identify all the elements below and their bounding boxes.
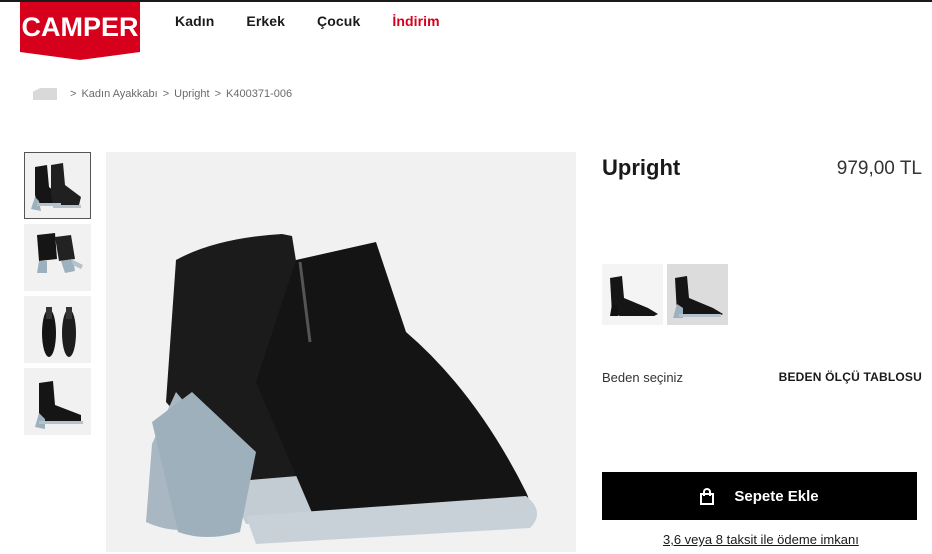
breadcrumb-separator: > (162, 88, 170, 100)
breadcrumb: > Kadın Ayakkabı > Upright > K400371-006 (33, 88, 292, 100)
color-swatch-2[interactable] (667, 264, 728, 325)
boot-pair-top-image (42, 307, 76, 357)
home-icon[interactable] (33, 88, 57, 100)
size-guide-link[interactable]: BEDEN ÖLÇÜ TABLOSU (779, 370, 922, 384)
nav-item-erkek[interactable]: Erkek (246, 13, 285, 29)
thumbnail-2[interactable] (24, 224, 91, 291)
shopping-bag-icon (700, 487, 715, 505)
breadcrumb-separator: > (214, 88, 222, 100)
boot-pair-back-image (37, 233, 83, 273)
camper-logo[interactable]: CAMPER (20, 2, 140, 60)
main-product-image[interactable] (106, 152, 576, 552)
color-swatch-1[interactable] (602, 264, 663, 325)
breadcrumb-separator: > (70, 88, 77, 100)
boot-side-image (35, 381, 83, 429)
breadcrumb-item-kadin-ayakkabi[interactable]: Kadın Ayakkabı (81, 88, 157, 100)
add-to-cart-label: Sepete Ekle (734, 487, 819, 505)
product-title: Upright (602, 155, 681, 180)
color-swatches (602, 264, 728, 325)
logo-text: CAMPER (21, 12, 138, 42)
nav-item-cocuk[interactable]: Çocuk (317, 13, 360, 29)
boot-pair-main-image (146, 234, 538, 544)
thumbnail-3[interactable] (24, 296, 91, 363)
installment-link[interactable]: 3,6 veya 8 taksit ile ödeme imkanı (663, 532, 859, 547)
breadcrumb-item-sku: K400371-006 (226, 88, 293, 100)
nav-item-kadin[interactable]: Kadın (175, 13, 214, 29)
add-to-cart-button[interactable]: Sepete Ekle (602, 472, 917, 520)
boot-grey-heel-image (673, 276, 723, 318)
nav-item-indirim[interactable]: İndirim (392, 13, 439, 29)
thumbnail-list (24, 152, 91, 440)
boot-black-heel-image (610, 276, 658, 316)
product-price: 979,00 TL (836, 158, 922, 179)
boot-pair-front-image (31, 163, 81, 211)
thumbnail-4[interactable] (24, 368, 91, 435)
breadcrumb-item-upright[interactable]: Upright (174, 88, 209, 100)
size-select-prompt[interactable]: Beden seçiniz (602, 370, 683, 385)
thumbnail-1[interactable] (24, 152, 91, 219)
main-nav: Kadın Erkek Çocuk İndirim (175, 13, 472, 29)
